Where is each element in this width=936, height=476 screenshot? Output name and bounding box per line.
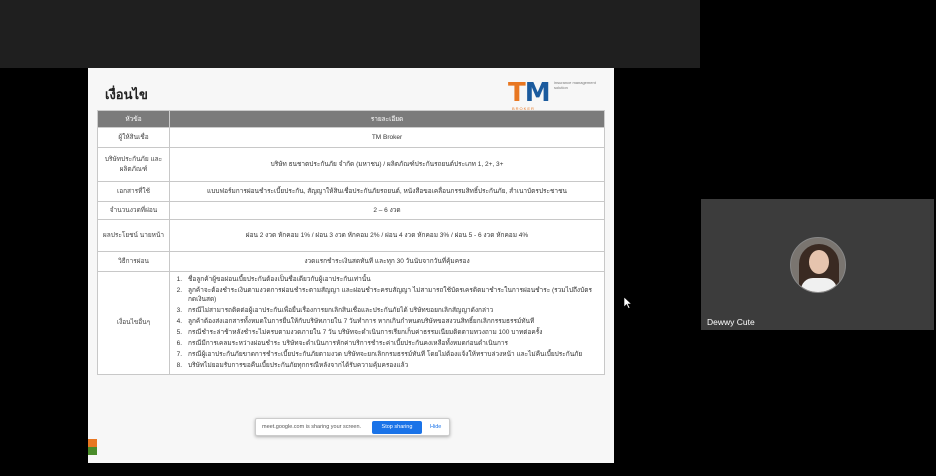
row-value: 2 – 6 งวด bbox=[169, 201, 605, 220]
shared-slide: เงื่อนไข TM insurance management solutio… bbox=[88, 68, 614, 463]
row-label: เอกสารที่ใช้ bbox=[97, 181, 170, 202]
item-text: ชื่อลูกค้าผู้ขอผ่อนเบี้ยประกันต้องเป็นชื… bbox=[188, 276, 371, 283]
header-detail: รายละเอียด bbox=[169, 110, 605, 128]
list-item: 6. กรณีมีการเคลมระหว่างผ่อนชำระ บริษัทจะด… bbox=[174, 339, 600, 348]
accent-bar-orange bbox=[88, 439, 97, 447]
list-item: 8. บริษัทไม่ยอมรับการขอคืนเบี้ยประกันภัยท… bbox=[174, 361, 600, 370]
participant-name: Dewwy Cute bbox=[707, 317, 755, 327]
row-value: ผ่อน 2 งวด หักคอม 1% / ผ่อน 3 งวด หักคอม… bbox=[169, 219, 605, 252]
item-number: 8. bbox=[176, 362, 182, 369]
header-topic: หัวข้อ bbox=[97, 110, 170, 128]
item-text: กรณีชำระล่าช้าหลังชำระไม่ครบตามงวดภายใน … bbox=[188, 329, 543, 336]
table-header-row: หัวข้อ รายละเอียด bbox=[97, 110, 605, 128]
meet-window: เงื่อนไข TM insurance management solutio… bbox=[0, 0, 936, 476]
table-row: เอกสารที่ใช้ แบบฟอร์มการผ่อนชำระเบี้ยประ… bbox=[97, 181, 605, 202]
row-label: ผู้ให้สินเชื่อ bbox=[97, 127, 170, 148]
list-item: 1. ชื่อลูกค้าผู้ขอผ่อนเบี้ยประกันต้องเป็น… bbox=[174, 275, 600, 284]
accent-bar-green bbox=[88, 447, 97, 455]
table-row: บริษัทประกันภัย และผลิตภัณฑ์ บริษัท ธนชา… bbox=[97, 147, 605, 182]
conditions-table: หัวข้อ รายละเอียด ผู้ให้สินเชื่อ TM Brok… bbox=[97, 110, 605, 375]
table-row: วิธีการผ่อน งวดแรกชำระเงินสดทันที และทุก… bbox=[97, 251, 605, 272]
item-text: ลูกค้าจะต้องชำระเงินตามงวดการผ่อนชำระตาม… bbox=[188, 287, 592, 303]
logo-mark: TM bbox=[508, 78, 551, 108]
slide-title: เงื่อนไข bbox=[105, 87, 148, 102]
row-label: ผลประโยชน์ นายหน้า bbox=[97, 219, 170, 252]
table-row: ผู้ให้สินเชื่อ TM Broker bbox=[97, 127, 605, 148]
row-label: จำนวนงวดที่ผ่อน bbox=[97, 201, 170, 220]
item-text: ลูกค้าต้องส่งเอกสารทั้งหมดในการยื่นให้กั… bbox=[188, 318, 535, 325]
stop-sharing-button[interactable]: Stop sharing bbox=[372, 420, 422, 434]
tm-broker-logo: TM insurance management solution BROKER bbox=[508, 78, 608, 111]
row-value: TM Broker bbox=[169, 127, 605, 148]
conditions-cell: 1. ชื่อลูกค้าผู้ขอผ่อนเบี้ยประกันต้องเป็น… bbox=[169, 271, 605, 375]
item-number: 4. bbox=[176, 318, 182, 325]
list-item: 4. ลูกค้าต้องส่งเอกสารทั้งหมดในการยื่นให้… bbox=[174, 317, 600, 326]
row-value: บริษัท ธนชาตประกันภัย จำกัด (มหาชน) / ผล… bbox=[169, 147, 605, 182]
item-number: 5. bbox=[176, 329, 182, 336]
item-number: 1. bbox=[176, 276, 182, 283]
top-bar bbox=[0, 0, 700, 68]
item-number: 7. bbox=[176, 351, 182, 358]
row-value: งวดแรกชำระเงินสดทันที และทุก 30 วันนับจา… bbox=[169, 251, 605, 272]
avatar-face bbox=[809, 250, 829, 274]
item-text: กรณีมีการเคลมระหว่างผ่อนชำระ บริษัทจะดำเ… bbox=[188, 340, 509, 347]
row-value: แบบฟอร์มการผ่อนชำระเบี้ยประกัน, สัญญาให้… bbox=[169, 181, 605, 202]
list-item: 7. กรณีผู้เอาประกันภัยขาดการชำระเบี้ยประก… bbox=[174, 350, 600, 359]
list-item: 5. กรณีชำระล่าช้าหลังชำระไม่ครบตามงวดภายใ… bbox=[174, 328, 600, 337]
logo-tagline: insurance management solution bbox=[554, 80, 596, 90]
item-text: กรณีผู้เอาประกันภัยขาดการชำระเบี้ยประกัน… bbox=[188, 351, 583, 358]
avatar-shirt bbox=[801, 278, 837, 292]
conditions-list: 1. ชื่อลูกค้าผู้ขอผ่อนเบี้ยประกันต้องเป็น… bbox=[174, 275, 600, 370]
table-row: จำนวนงวดที่ผ่อน 2 – 6 งวด bbox=[97, 201, 605, 220]
participant-tile[interactable]: Dewwy Cute bbox=[701, 199, 934, 330]
row-label: วิธีการผ่อน bbox=[97, 251, 170, 272]
mouse-cursor-icon bbox=[624, 297, 632, 309]
item-number: 6. bbox=[176, 340, 182, 347]
item-text: กรณีไม่สามารถติดต่อผู้เอาประกันเพื่อยื่น… bbox=[188, 307, 494, 314]
screen-share-bar: meet.google.com is sharing your screen. … bbox=[255, 418, 450, 436]
row-label: เงื่อนไขอื่นๆ bbox=[97, 271, 170, 375]
share-message: meet.google.com is sharing your screen. bbox=[262, 424, 362, 430]
hide-button[interactable]: Hide bbox=[422, 424, 441, 430]
item-number: 2. bbox=[176, 287, 182, 294]
avatar bbox=[790, 237, 846, 293]
row-label: บริษัทประกันภัย และผลิตภัณฑ์ bbox=[97, 147, 170, 182]
item-number: 3. bbox=[176, 307, 182, 314]
item-text: บริษัทไม่ยอมรับการขอคืนเบี้ยประกันภัยทุก… bbox=[188, 362, 409, 369]
table-row: เงื่อนไขอื่นๆ 1. ชื่อลูกค้าผู้ขอผ่อนเบี้ย… bbox=[97, 271, 605, 375]
table-row: ผลประโยชน์ นายหน้า ผ่อน 2 งวด หักคอม 1% … bbox=[97, 219, 605, 252]
list-item: 2. ลูกค้าจะต้องชำระเงินตามงวดการผ่อนชำระต… bbox=[174, 286, 600, 304]
list-item: 3. กรณีไม่สามารถติดต่อผู้เอาประกันเพื่อยื… bbox=[174, 306, 600, 315]
